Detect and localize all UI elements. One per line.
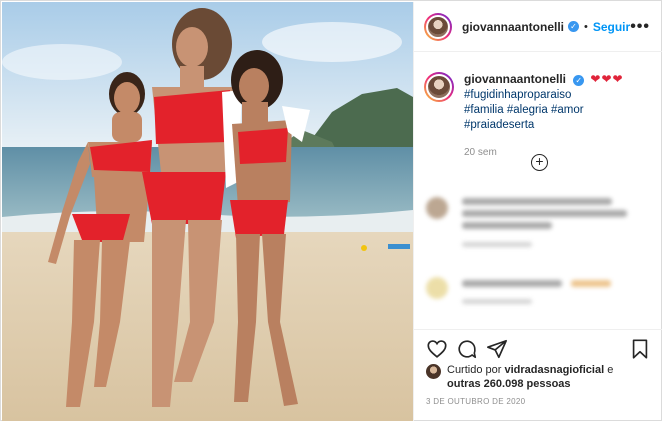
hashtag-link[interactable]: #alegria (507, 104, 548, 116)
follow-button[interactable]: Seguir (593, 20, 630, 34)
share-icon[interactable] (486, 338, 508, 360)
author-avatar[interactable] (424, 12, 452, 41)
liked-by-prefix: Curtido por (447, 364, 502, 376)
post-footer: Curtido por vidradasnagioficial e outras… (414, 329, 662, 421)
post-caption: giovannaantonelli ✓ ❤❤❤ #fugidinhapropar… (424, 72, 654, 160)
likes-summary: Curtido por vidradasnagioficial e outras… (426, 363, 651, 391)
separator-dot: • (583, 20, 588, 33)
hashtag-link[interactable]: #amor (551, 104, 584, 116)
hashtag-link[interactable]: #familia (464, 104, 504, 116)
verified-badge-icon: ✓ (573, 75, 585, 86)
heart-emoji-icon: ❤❤❤ (590, 72, 624, 86)
author-username[interactable]: giovannaantonelli (462, 20, 564, 34)
hashtag-link[interactable]: #fugidinhaproparaiso (464, 89, 571, 101)
post-date[interactable]: 3 DE OUTUBRO DE 2020 (426, 397, 525, 406)
bookmark-icon[interactable] (629, 338, 651, 360)
comment-icon[interactable] (456, 338, 478, 360)
blurred-comment (426, 197, 651, 247)
liked-by-and: e (607, 364, 614, 376)
liker-avatar[interactable] (426, 364, 441, 379)
liked-by-others[interactable]: outras 260.098 pessoas (447, 378, 571, 390)
hashtag-link[interactable]: #praiadeserta (464, 119, 534, 131)
caption-body: giovannaantonelli ✓ ❤❤❤ #fugidinhapropar… (464, 72, 654, 160)
verified-badge-icon: ✓ (568, 21, 579, 32)
instagram-post: giovannaantonelli ✓ • Seguir ••• giovann… (0, 0, 662, 421)
heart-icon[interactable] (426, 338, 448, 360)
action-bar (426, 338, 651, 362)
post-photo[interactable] (2, 2, 413, 421)
post-header: giovannaantonelli ✓ • Seguir ••• (414, 2, 662, 52)
beach-family-photo (2, 2, 413, 421)
more-icon[interactable]: ••• (630, 18, 650, 36)
plus-circle-icon[interactable]: + (531, 154, 548, 171)
post-side-panel: giovannaantonelli ✓ • Seguir ••• giovann… (413, 2, 662, 421)
blurred-comment (426, 277, 651, 307)
liked-by-user[interactable]: vidradasnagioficial (504, 364, 604, 376)
post-age[interactable]: 20 sem (464, 145, 654, 160)
caption-avatar[interactable] (424, 72, 454, 102)
caption-username[interactable]: giovannaantonelli (464, 72, 566, 86)
